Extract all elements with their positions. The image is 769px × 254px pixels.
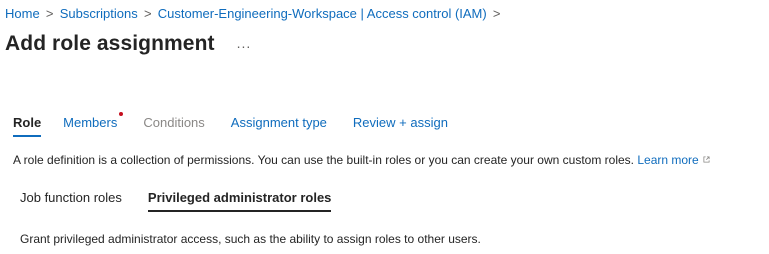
privileged-roles-description: Grant privileged administrator access, s… bbox=[20, 232, 481, 246]
tab-role-label: Role bbox=[13, 115, 42, 130]
learn-more-link[interactable]: Learn more bbox=[637, 153, 710, 167]
role-description: A role definition is a collection of per… bbox=[13, 153, 710, 167]
breadcrumb-subscriptions[interactable]: Subscriptions bbox=[60, 6, 138, 21]
tab-review-assign-label: Review + assign bbox=[352, 115, 448, 130]
chevron-right-icon: > bbox=[45, 6, 54, 21]
tab-role[interactable]: Role bbox=[13, 115, 42, 137]
title-row: Add role assignment ... bbox=[5, 32, 251, 56]
chevron-right-icon: > bbox=[143, 6, 152, 21]
external-link-icon bbox=[703, 156, 710, 163]
chevron-right-icon: > bbox=[492, 6, 501, 21]
breadcrumb: Home > Subscriptions > Customer-Engineer… bbox=[5, 6, 507, 21]
required-indicator-icon bbox=[119, 112, 124, 116]
breadcrumb-home[interactable]: Home bbox=[5, 6, 40, 21]
tab-privileged-administrator-roles-label: Privileged administrator roles bbox=[147, 190, 332, 205]
tab-members[interactable]: Members bbox=[63, 112, 124, 137]
role-description-text: A role definition is a collection of per… bbox=[13, 153, 634, 167]
tab-job-function-roles-label: Job function roles bbox=[20, 190, 122, 205]
tab-privileged-administrator-roles[interactable]: Privileged administrator roles bbox=[147, 190, 332, 212]
breadcrumb-workspace-access-control[interactable]: Customer-Engineering-Workspace | Access … bbox=[158, 6, 487, 21]
tab-assignment-type[interactable]: Assignment type bbox=[231, 115, 327, 137]
role-category-tabs: Job function roles Privileged administra… bbox=[20, 190, 357, 212]
tab-assignment-type-label: Assignment type bbox=[230, 115, 327, 130]
ellipsis-icon[interactable]: ... bbox=[237, 35, 252, 51]
tab-conditions: Conditions bbox=[143, 115, 204, 137]
tab-members-label: Members bbox=[63, 115, 118, 130]
tab-conditions-label: Conditions bbox=[143, 115, 205, 130]
tab-job-function-roles[interactable]: Job function roles bbox=[20, 190, 122, 212]
tab-review-assign[interactable]: Review + assign bbox=[353, 115, 448, 137]
page-title: Add role assignment bbox=[5, 32, 215, 55]
wizard-tabs: Role Members Conditions Assignment type … bbox=[13, 112, 474, 137]
learn-more-label: Learn more bbox=[637, 153, 699, 167]
